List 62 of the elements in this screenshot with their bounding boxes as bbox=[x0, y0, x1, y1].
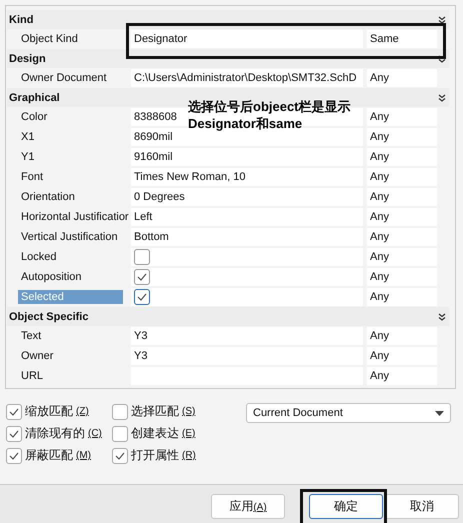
match-value[interactable]: Any bbox=[370, 231, 389, 243]
match-value[interactable]: Any bbox=[370, 271, 389, 283]
property-name[interactable]: Object Kind bbox=[18, 32, 80, 46]
collapse-icon[interactable] bbox=[438, 54, 446, 62]
checkbox[interactable] bbox=[134, 249, 150, 265]
property-name[interactable]: URL bbox=[18, 369, 46, 383]
option-checkbox[interactable]: 选择匹配 (S) bbox=[112, 403, 232, 420]
match-value[interactable]: Any bbox=[370, 350, 389, 362]
match-value[interactable]: Any bbox=[370, 251, 389, 263]
match-value[interactable]: Any bbox=[370, 72, 389, 84]
property-value[interactable]: Y3 bbox=[134, 330, 148, 342]
scope-dropdown[interactable]: Current Document bbox=[246, 403, 451, 423]
collapse-icon[interactable] bbox=[438, 312, 446, 320]
property-name[interactable]: Horizontal Justificatior bbox=[18, 210, 131, 224]
property-value[interactable]: 0 Degrees bbox=[134, 191, 185, 203]
property-name[interactable]: Orientation bbox=[18, 190, 77, 204]
dialog-button[interactable]: 确定 bbox=[309, 494, 383, 519]
property-value[interactable]: Y3 bbox=[134, 350, 148, 362]
property-value[interactable]: Left bbox=[134, 211, 152, 223]
property-name[interactable]: X1 bbox=[18, 130, 36, 144]
match-value[interactable]: Any bbox=[370, 191, 389, 203]
property-name[interactable]: Owner Document bbox=[18, 71, 109, 85]
property-value[interactable]: Designator bbox=[134, 33, 188, 45]
match-value[interactable]: Any bbox=[370, 171, 389, 183]
checkbox[interactable] bbox=[134, 289, 150, 305]
match-value[interactable]: Any bbox=[370, 131, 389, 143]
dropdown-arrow-icon bbox=[435, 410, 444, 416]
check-icon bbox=[115, 452, 125, 460]
property-name[interactable]: Color bbox=[18, 110, 50, 124]
option-checkbox[interactable]: 缩放匹配 (Z) bbox=[6, 403, 112, 420]
match-value[interactable]: Any bbox=[370, 370, 389, 382]
property-value[interactable]: 8690mil bbox=[134, 131, 173, 143]
check-icon bbox=[9, 430, 19, 438]
property-name[interactable]: Vertical Justification bbox=[18, 230, 120, 244]
property-value[interactable]: Bottom bbox=[134, 231, 169, 243]
match-value[interactable]: Any bbox=[370, 151, 389, 163]
checkbox[interactable] bbox=[134, 269, 150, 285]
option-checkbox[interactable]: 屏蔽匹配 (M) bbox=[6, 447, 112, 464]
check-icon bbox=[9, 452, 19, 460]
property-name[interactable]: Autoposition bbox=[18, 270, 84, 284]
match-value[interactable]: Any bbox=[370, 111, 389, 123]
collapse-icon[interactable] bbox=[438, 16, 446, 24]
match-value[interactable]: Any bbox=[370, 291, 389, 303]
option-checkbox[interactable]: 创建表达 (E) bbox=[112, 425, 232, 442]
dialog-button[interactable]: 应用(A) bbox=[211, 494, 285, 519]
match-value[interactable]: Any bbox=[370, 330, 389, 342]
property-value[interactable]: 8388608 bbox=[134, 111, 177, 123]
option-checkbox[interactable]: 打开属性 (R) bbox=[112, 447, 232, 464]
property-name[interactable]: Font bbox=[18, 170, 46, 184]
match-value[interactable]: Any bbox=[370, 211, 389, 223]
check-icon bbox=[9, 408, 19, 416]
collapse-icon[interactable] bbox=[438, 94, 446, 102]
check-icon bbox=[137, 273, 147, 281]
property-name[interactable]: Owner bbox=[18, 349, 56, 363]
dialog-button[interactable]: 取消 bbox=[385, 494, 459, 519]
property-name[interactable]: Y1 bbox=[18, 150, 36, 164]
option-checkbox[interactable]: 清除现有的 (C) bbox=[6, 425, 112, 442]
property-name[interactable]: Text bbox=[18, 329, 44, 343]
section-header[interactable]: Object Specific bbox=[7, 307, 449, 326]
property-name[interactable]: Locked bbox=[18, 250, 58, 264]
check-icon bbox=[137, 293, 147, 301]
property-value[interactable]: 9160mil bbox=[134, 151, 173, 163]
